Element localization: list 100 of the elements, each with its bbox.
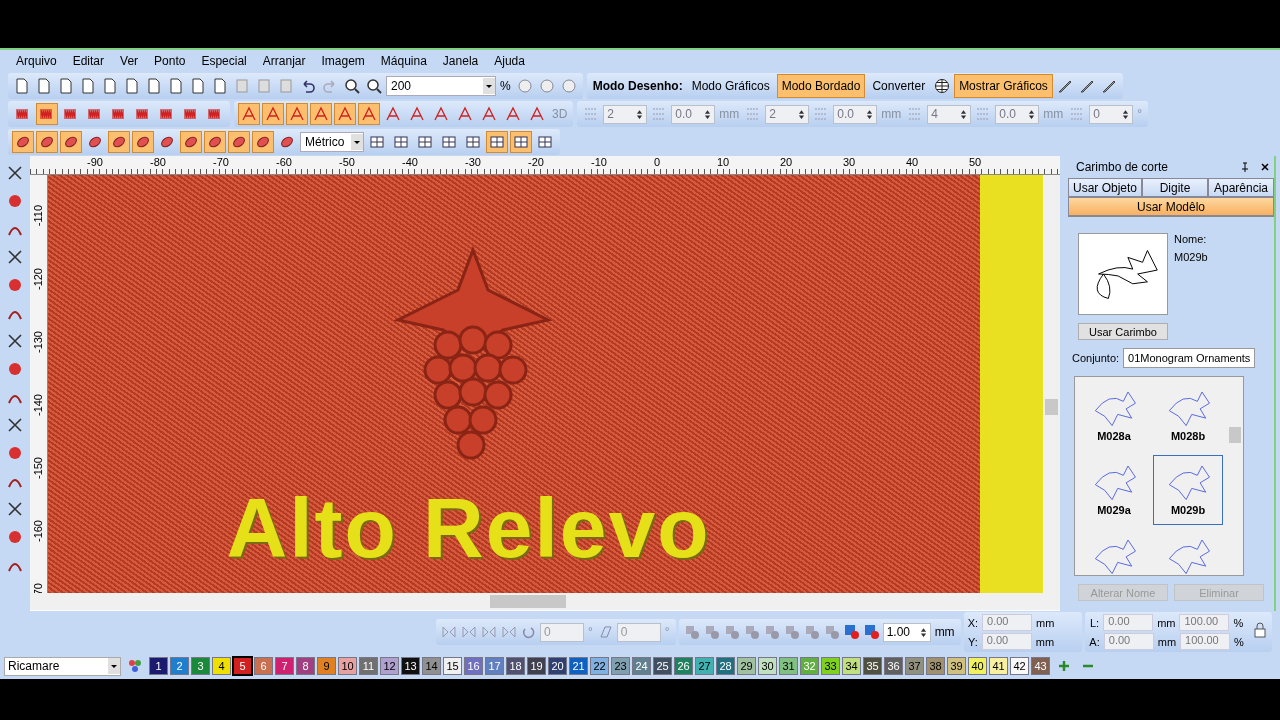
panel-tab[interactable]: Usar Objeto <box>1068 178 1143 197</box>
color-swatch[interactable]: 37 <box>905 657 924 675</box>
outline-width-field[interactable]: 1.00 <box>882 622 931 642</box>
file-icon[interactable] <box>14 78 30 94</box>
percent-field[interactable]: 100.00 <box>1179 614 1230 631</box>
machine-dropdown[interactable]: Ricamare <box>4 656 121 676</box>
clipboard-icon[interactable] <box>278 78 294 94</box>
units-dropdown[interactable]: Métrico <box>300 132 364 152</box>
color-swatch[interactable]: 15 <box>443 657 462 675</box>
file-icon[interactable] <box>168 78 184 94</box>
color-swatch[interactable]: 1 <box>149 657 168 675</box>
color-swatch[interactable]: 23 <box>611 657 630 675</box>
file-icon[interactable] <box>146 78 162 94</box>
vertical-scrollbar[interactable] <box>1043 175 1060 593</box>
pattern-item[interactable]: M028a <box>1079 381 1149 451</box>
menu-item[interactable]: Ajuda <box>486 54 533 68</box>
parameter-field[interactable]: 0.0 <box>671 104 716 124</box>
menu-item[interactable]: Arranjar <box>254 54 314 68</box>
file-icon[interactable] <box>58 78 74 94</box>
menu-item[interactable]: Editar <box>64 54 113 68</box>
caret-icon[interactable] <box>108 658 120 674</box>
menu-item[interactable]: Máquina <box>372 54 435 68</box>
spin-arrows-icon[interactable] <box>636 108 644 120</box>
file-icon[interactable] <box>102 78 118 94</box>
menu-item[interactable]: Janela <box>434 54 487 68</box>
spin-arrows-icon[interactable] <box>704 108 712 120</box>
show-graphics-button[interactable]: Mostrar Gráficos <box>954 74 1053 98</box>
color-swatch[interactable]: 38 <box>926 657 945 675</box>
effect-button[interactable] <box>358 103 380 125</box>
caret-icon[interactable] <box>483 78 495 94</box>
color-swatch[interactable]: 35 <box>863 657 882 675</box>
spin-arrows-icon[interactable] <box>960 108 968 120</box>
coord-field[interactable]: 0.00 <box>982 614 1033 631</box>
size-field[interactable]: 0.00 <box>1103 614 1154 631</box>
tool-button[interactable] <box>132 131 154 153</box>
effect-button[interactable] <box>238 103 260 125</box>
tool-button[interactable] <box>108 131 130 153</box>
color-swatch[interactable]: 8 <box>296 657 315 675</box>
panel-tab[interactable]: Digite <box>1142 178 1208 197</box>
color-swatch[interactable]: 19 <box>527 657 546 675</box>
color-swatch[interactable]: 17 <box>485 657 504 675</box>
panel-tab[interactable]: Usar Modêlo <box>1068 197 1274 216</box>
pattern-item[interactable]: M029a <box>1079 455 1149 525</box>
tool-button[interactable] <box>36 131 58 153</box>
effect-button[interactable] <box>286 103 308 125</box>
color-swatch[interactable]: 25 <box>653 657 672 675</box>
color-swatch[interactable]: 42 <box>1010 657 1029 675</box>
percent-field[interactable]: 100.00 <box>1180 633 1231 650</box>
color-swatch[interactable]: 6 <box>254 657 273 675</box>
rotate-icon[interactable] <box>521 624 537 640</box>
effect-button[interactable] <box>262 103 284 125</box>
spin-arrows-icon[interactable] <box>1122 108 1130 120</box>
palette-icon[interactable] <box>127 658 143 674</box>
clipboard-icon[interactable] <box>234 78 250 94</box>
add-icon[interactable] <box>1056 658 1072 674</box>
color-swatch[interactable]: 34 <box>842 657 861 675</box>
parameter-field[interactable]: 0.0 <box>995 104 1040 124</box>
tool-button[interactable] <box>228 131 250 153</box>
color-swatch[interactable]: 43 <box>1031 657 1050 675</box>
color-swatch[interactable]: 22 <box>590 657 609 675</box>
color-swatch[interactable]: 10 <box>338 657 357 675</box>
color-swatch[interactable]: 4 <box>212 657 231 675</box>
file-icon[interactable] <box>212 78 228 94</box>
color-swatch[interactable]: 16 <box>464 657 483 675</box>
tool-button[interactable] <box>510 131 532 153</box>
color-swatch[interactable]: 31 <box>779 657 798 675</box>
color-swatch[interactable]: 36 <box>884 657 903 675</box>
pattern-item[interactable]: M029b <box>1153 455 1223 525</box>
color-swatch[interactable]: 30 <box>758 657 777 675</box>
caret-icon[interactable] <box>351 134 363 150</box>
color-swatch[interactable]: 3 <box>191 657 210 675</box>
spin-arrows-icon[interactable] <box>919 626 927 638</box>
parameter-field[interactable]: 2 <box>765 104 810 124</box>
arch-icon[interactable] <box>6 444 24 462</box>
color-swatch[interactable]: 27 <box>695 657 714 675</box>
spin-arrows-icon[interactable] <box>866 108 874 120</box>
outline-icon[interactable] <box>863 624 880 640</box>
menu-item[interactable]: Ver <box>112 54 147 68</box>
convert-button[interactable]: Converter <box>867 74 931 98</box>
color-swatch[interactable]: 40 <box>968 657 987 675</box>
color-swatch[interactable]: 26 <box>674 657 693 675</box>
mode-button[interactable]: Modo Gráficos <box>686 74 775 98</box>
spin-arrows-icon[interactable] <box>798 108 806 120</box>
color-swatch[interactable]: 11 <box>359 657 378 675</box>
close-icon[interactable] <box>1260 162 1270 172</box>
color-swatch[interactable]: 14 <box>422 657 441 675</box>
stitch-type-button[interactable] <box>36 103 58 125</box>
panel-tab[interactable]: Aparência <box>1208 178 1274 197</box>
color-swatch[interactable]: 5 <box>233 657 252 675</box>
menu-item[interactable]: Especial <box>193 54 255 68</box>
file-icon[interactable] <box>80 78 96 94</box>
menu-item[interactable]: Imagem <box>313 54 373 68</box>
color-swatch[interactable]: 13 <box>401 657 420 675</box>
color-swatch[interactable]: 29 <box>737 657 756 675</box>
parameter-field[interactable]: 4 <box>927 104 972 124</box>
lock-icon[interactable] <box>1251 622 1268 638</box>
outline-icon[interactable] <box>843 624 860 640</box>
color-swatch[interactable]: 24 <box>632 657 651 675</box>
color-swatch[interactable]: 21 <box>569 657 588 675</box>
coord-field[interactable]: 0.00 <box>981 633 1032 650</box>
